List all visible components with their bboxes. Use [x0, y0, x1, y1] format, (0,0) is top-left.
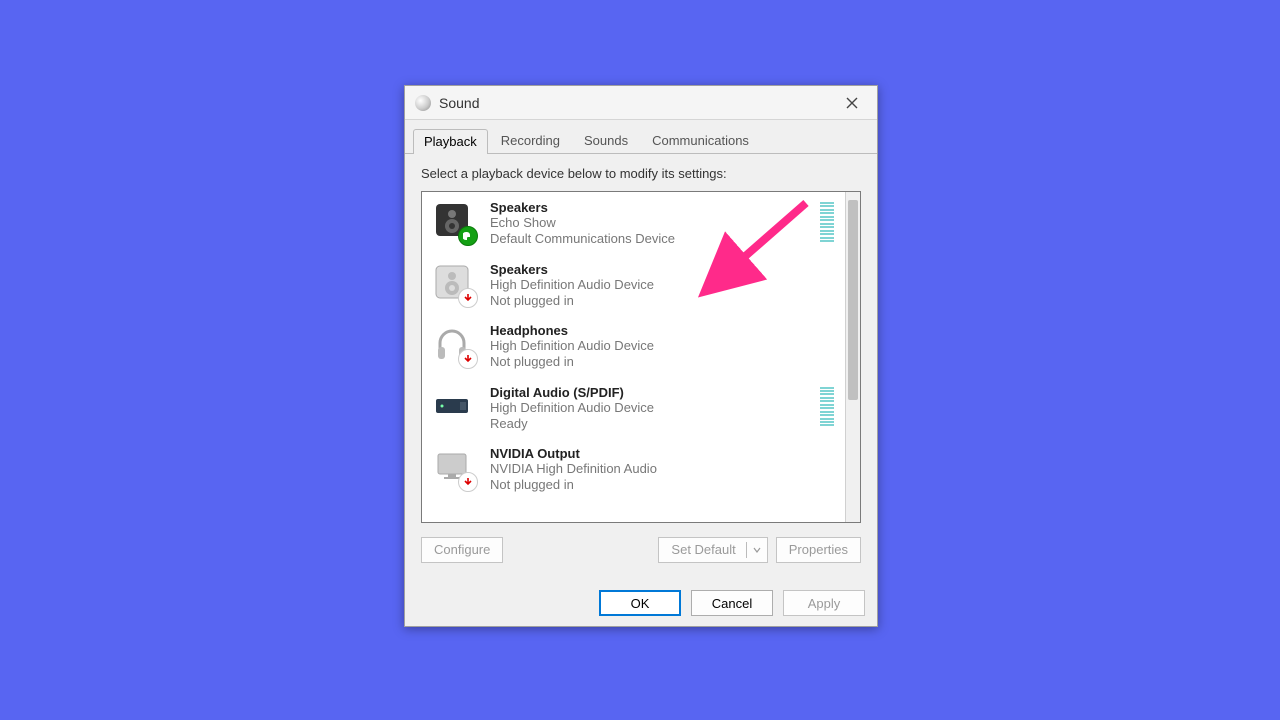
apply-button[interactable]: Apply [783, 590, 865, 616]
device-name: NVIDIA Output [490, 446, 657, 461]
device-name: Speakers [490, 262, 654, 277]
device-icon [432, 446, 472, 486]
device-text: Digital Audio (S/PDIF)High Definition Au… [490, 385, 654, 433]
device-text: SpeakersHigh Definition Audio DeviceNot … [490, 262, 654, 310]
device-row[interactable]: Digital Audio (S/PDIF)High Definition Au… [422, 377, 846, 439]
tab-recording[interactable]: Recording [490, 128, 571, 153]
device-icon [432, 262, 472, 302]
device-row[interactable]: SpeakersEcho ShowDefault Communications … [422, 192, 846, 254]
volume-meter [820, 202, 834, 242]
device-row[interactable]: NVIDIA OutputNVIDIA High Definition Audi… [422, 438, 846, 500]
device-status: Not plugged in [490, 293, 654, 309]
status-unplugged-icon [458, 349, 478, 369]
cancel-button[interactable]: Cancel [691, 590, 773, 616]
device-description: High Definition Audio Device [490, 338, 654, 354]
device-text: NVIDIA OutputNVIDIA High Definition Audi… [490, 446, 657, 494]
sound-icon [415, 95, 431, 111]
tab-playback[interactable]: Playback [413, 129, 488, 154]
status-unplugged-icon [458, 288, 478, 308]
device-status: Default Communications Device [490, 231, 675, 247]
device-status: Ready [490, 416, 654, 432]
device-description: NVIDIA High Definition Audio [490, 461, 657, 477]
status-ok-icon [458, 226, 478, 246]
device-icon [432, 323, 472, 363]
device-list-inner: SpeakersEcho ShowDefault Communications … [422, 192, 846, 522]
device-name: Digital Audio (S/PDIF) [490, 385, 654, 400]
device-list: SpeakersEcho ShowDefault Communications … [421, 191, 861, 523]
device-status: Not plugged in [490, 354, 654, 370]
scrollbar-thumb[interactable] [848, 200, 858, 400]
dialog-title: Sound [439, 95, 833, 111]
device-text: HeadphonesHigh Definition Audio DeviceNo… [490, 323, 654, 371]
device-description: High Definition Audio Device [490, 400, 654, 416]
close-button[interactable] [833, 91, 871, 115]
titlebar: Sound [405, 86, 877, 120]
sound-dialog: Sound Playback Recording Sounds Communic… [404, 85, 878, 627]
device-text: SpeakersEcho ShowDefault Communications … [490, 200, 675, 248]
instruction-text: Select a playback device below to modify… [421, 166, 861, 181]
device-row[interactable]: SpeakersHigh Definition Audio DeviceNot … [422, 254, 846, 316]
configure-button[interactable]: Configure [421, 537, 503, 563]
tab-sounds[interactable]: Sounds [573, 128, 639, 153]
device-name: Speakers [490, 200, 675, 215]
tab-communications[interactable]: Communications [641, 128, 760, 153]
tab-body: Select a playback device below to modify… [405, 154, 877, 563]
device-icon [432, 200, 472, 240]
scrollbar[interactable] [845, 192, 860, 522]
close-icon [846, 97, 858, 109]
device-status: Not plugged in [490, 477, 657, 493]
dialog-footer: OK Cancel Apply [405, 580, 877, 626]
device-description: High Definition Audio Device [490, 277, 654, 293]
status-unplugged-icon [458, 472, 478, 492]
action-row: Configure Set Default Properties [421, 537, 861, 563]
split-divider [746, 542, 747, 558]
properties-button[interactable]: Properties [776, 537, 861, 563]
device-icon [432, 385, 472, 425]
tab-strip: Playback Recording Sounds Communications [405, 120, 877, 154]
set-default-label: Set Default [671, 541, 735, 559]
device-description: Echo Show [490, 215, 675, 231]
chevron-down-icon [753, 546, 761, 554]
device-name: Headphones [490, 323, 654, 338]
ok-button[interactable]: OK [599, 590, 681, 616]
device-row[interactable]: HeadphonesHigh Definition Audio DeviceNo… [422, 315, 846, 377]
volume-meter [820, 387, 834, 427]
set-default-button[interactable]: Set Default [658, 537, 767, 563]
